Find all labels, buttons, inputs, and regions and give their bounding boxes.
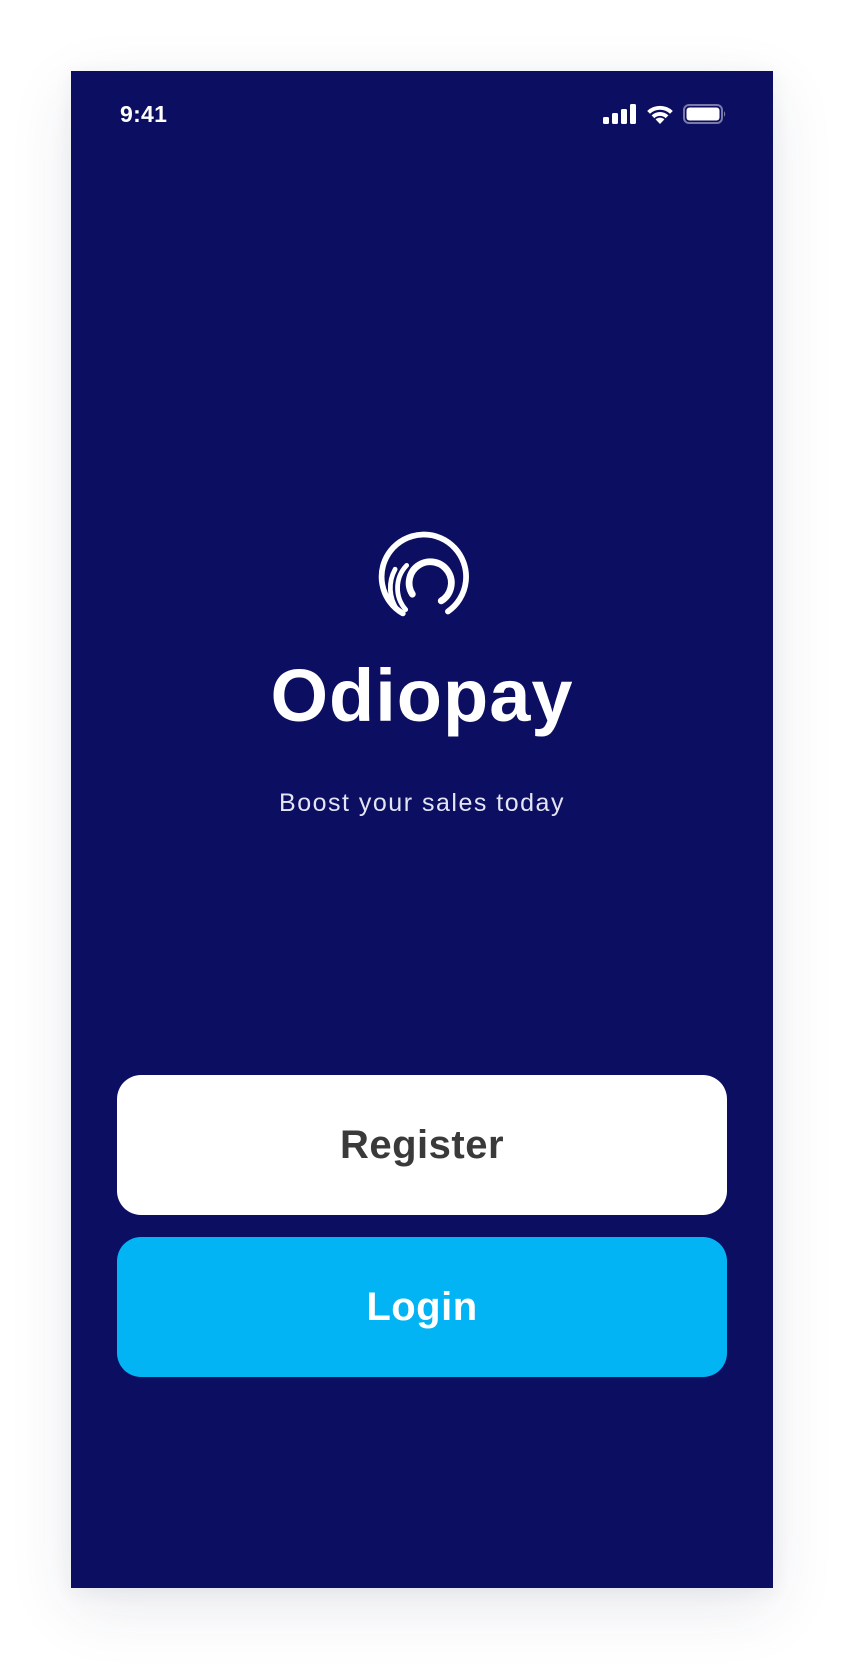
cellular-signal-icon: [603, 103, 637, 124]
register-button[interactable]: Register: [117, 1075, 727, 1215]
login-button[interactable]: Login: [117, 1237, 727, 1377]
status-time: 9:41: [120, 101, 168, 127]
battery-icon: [683, 103, 727, 124]
status-bar: 9:41: [71, 71, 773, 161]
phone-screen: 9:41 Odiopay Boost your sales today Regi…: [71, 71, 773, 1588]
odiopay-logo-icon: [71, 527, 773, 623]
wifi-icon: [646, 103, 674, 124]
brand-name: Odiopay: [270, 654, 574, 737]
tagline: Boost your sales today: [279, 789, 565, 817]
page: 9:41 Odiopay Boost your sales today Regi…: [0, 0, 866, 1672]
brand-block: Odiopay Boost your sales today: [71, 527, 773, 816]
status-icons: [603, 103, 727, 124]
